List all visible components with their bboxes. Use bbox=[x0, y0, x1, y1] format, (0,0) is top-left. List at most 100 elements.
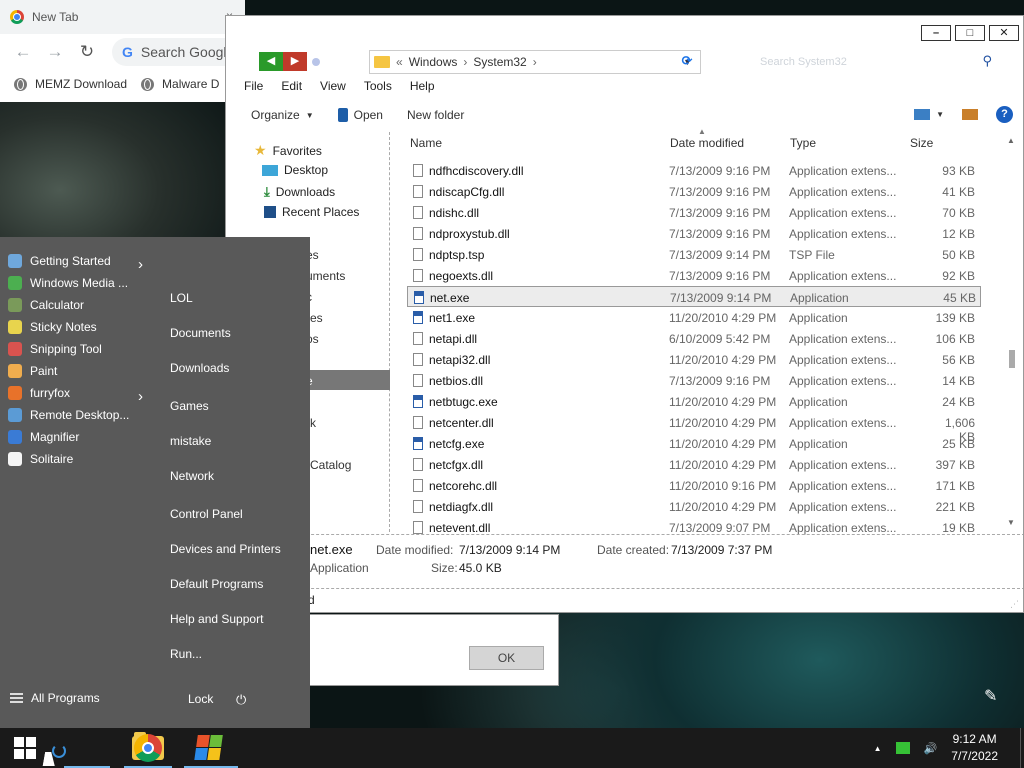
breadcrumb-windows[interactable]: Windows bbox=[409, 55, 458, 69]
reload-icon[interactable]: ↻ bbox=[74, 42, 100, 62]
chevron-right-icon[interactable]: › bbox=[463, 55, 467, 69]
taskbar-chrome[interactable] bbox=[122, 728, 174, 768]
start-place-item[interactable]: Documents bbox=[170, 326, 231, 340]
start-place-item[interactable]: Downloads bbox=[170, 361, 229, 375]
start-place-item[interactable]: Devices and Printers bbox=[170, 542, 281, 556]
start-place-item[interactable]: LOL bbox=[170, 291, 193, 305]
file-row[interactable]: net.exe 7/13/2009 9:14 PM Application 45 KB bbox=[407, 286, 981, 307]
pen-icon[interactable]: ✎ bbox=[984, 686, 997, 706]
start-place-item[interactable]: Games bbox=[170, 399, 209, 413]
column-date-modified[interactable]: Date modified bbox=[670, 136, 744, 154]
file-row[interactable]: netbtugc.exe 11/20/2010 4:29 PM Applicatio… bbox=[407, 391, 981, 412]
file-row[interactable]: netcenter.dll 11/20/2010 4:29 PM Applicati… bbox=[407, 412, 981, 444]
start-place-item[interactable]: Control Panel bbox=[170, 507, 243, 521]
menu-file[interactable]: File bbox=[244, 79, 263, 101]
file-row[interactable]: ndishc.dll 7/13/2009 9:16 PM Application e… bbox=[407, 202, 981, 223]
file-row[interactable]: netcfgx.dll 11/20/2010 4:29 PM Application… bbox=[407, 454, 981, 475]
address-bar[interactable]: « Windows › System32 › ▼ bbox=[369, 50, 701, 74]
taskbar-windows-app[interactable] bbox=[182, 728, 240, 768]
start-button[interactable] bbox=[14, 737, 36, 759]
start-place-item[interactable]: mistake bbox=[170, 434, 211, 448]
file-row[interactable]: netcfg.exe 11/20/2010 4:29 PM Application 2… bbox=[407, 433, 981, 454]
file-row[interactable]: netcorehc.dll 11/20/2010 9:16 PM Applicati… bbox=[407, 475, 981, 496]
file-row[interactable]: ndiscapCfg.dll 7/13/2009 9:16 PM Applicati… bbox=[407, 181, 981, 202]
start-place-item[interactable]: Run... bbox=[170, 647, 202, 661]
minimize-button[interactable]: – bbox=[921, 25, 951, 41]
submenu-arrow-icon[interactable]: › bbox=[138, 256, 143, 273]
column-type[interactable]: Type bbox=[790, 136, 816, 154]
forward-button[interactable]: ▶ bbox=[283, 52, 307, 71]
taskbar-explorer[interactable] bbox=[62, 728, 164, 768]
history-dropdown-icon[interactable] bbox=[312, 58, 320, 66]
file-row[interactable]: net1.exe 11/20/2010 4:29 PM Application 139… bbox=[407, 307, 981, 328]
back-arrow-icon[interactable]: ← bbox=[10, 42, 36, 62]
refresh-icon[interactable]: ⟳ bbox=[676, 53, 698, 71]
nav-fragment[interactable]: uments bbox=[306, 269, 345, 283]
network-icon[interactable] bbox=[895, 742, 910, 754]
start-place-item[interactable]: Network bbox=[170, 469, 214, 483]
vertical-scrollbar[interactable]: ▲ ▼ bbox=[1004, 132, 1020, 532]
nav-downloads[interactable]: ⤓ Downloads bbox=[264, 184, 335, 200]
nav-recent-places[interactable]: Recent Places bbox=[264, 205, 359, 219]
column-name[interactable]: Name bbox=[410, 136, 442, 154]
omnibox[interactable]: G Search Googl bbox=[112, 38, 242, 66]
start-place-item[interactable]: Help and Support bbox=[170, 612, 263, 626]
search-icon[interactable]: ⚲ bbox=[982, 53, 992, 69]
start-program-item[interactable]: Solitaire bbox=[8, 452, 73, 466]
preview-pane-icon[interactable] bbox=[962, 109, 978, 120]
menu-view[interactable]: View bbox=[320, 79, 346, 101]
volume-icon[interactable]: 🔊 bbox=[924, 742, 938, 755]
start-program-item[interactable]: Windows Media ... bbox=[8, 276, 128, 290]
nav-selected-item[interactable] bbox=[302, 370, 390, 390]
show-desktop-button[interactable] bbox=[1020, 728, 1024, 768]
nav-desktop[interactable]: Desktop bbox=[262, 163, 328, 177]
start-program-item[interactable]: Paint bbox=[8, 364, 57, 378]
bookmark-memz[interactable]: MEMZ Download bbox=[14, 77, 127, 91]
file-row[interactable]: ndproxystub.dll 7/13/2009 9:16 PM Applicat… bbox=[407, 223, 981, 244]
file-row[interactable]: netdiagfx.dll 11/20/2010 4:29 PM Applicati… bbox=[407, 496, 981, 517]
search-input[interactable]: Search System32 ⚲ bbox=[748, 50, 998, 74]
organize-button[interactable]: Organize ▼ bbox=[251, 108, 314, 122]
start-program-item[interactable]: furryfox bbox=[8, 386, 70, 400]
back-button[interactable]: ◀ bbox=[259, 52, 283, 71]
menu-help[interactable]: Help bbox=[410, 79, 435, 101]
resize-grip-icon[interactable]: ⋰ bbox=[1010, 599, 1019, 610]
nav-favorites[interactable]: ★ Favorites bbox=[254, 142, 322, 159]
clock[interactable]: 9:12 AM 7/7/2022 bbox=[951, 731, 998, 765]
column-size[interactable]: Size bbox=[910, 136, 933, 154]
menu-tools[interactable]: Tools bbox=[364, 79, 392, 101]
lock-button[interactable]: Lock bbox=[188, 692, 213, 706]
tray-overflow-icon[interactable]: ▲ bbox=[874, 744, 882, 753]
open-button[interactable]: Open bbox=[337, 108, 383, 122]
file-row[interactable]: negoexts.dll 7/13/2009 9:16 PM Application… bbox=[407, 265, 981, 286]
maximize-button[interactable]: □ bbox=[955, 25, 985, 41]
start-program-item[interactable]: Calculator bbox=[8, 298, 84, 312]
start-program-item[interactable]: Snipping Tool bbox=[8, 342, 102, 356]
forward-arrow-icon[interactable]: → bbox=[42, 42, 68, 62]
breadcrumb-overflow[interactable]: « bbox=[396, 55, 403, 69]
scroll-down-icon[interactable]: ▼ bbox=[1007, 518, 1015, 527]
file-row[interactable]: netbios.dll 7/13/2009 9:16 PM Application … bbox=[407, 370, 981, 391]
chevron-right-icon[interactable]: › bbox=[533, 55, 537, 69]
start-program-item[interactable]: Remote Desktop... bbox=[8, 408, 129, 422]
file-row[interactable]: netapi32.dll 11/20/2010 4:29 PM Applicatio… bbox=[407, 349, 981, 370]
breadcrumb-system32[interactable]: System32 bbox=[473, 55, 526, 69]
close-button[interactable]: ✕ bbox=[989, 25, 1019, 41]
start-program-item[interactable]: Getting Started bbox=[8, 254, 111, 268]
scroll-up-icon[interactable]: ▲ bbox=[1007, 136, 1015, 145]
power-icon[interactable]: ⏻ bbox=[236, 692, 246, 708]
bookmark-malware[interactable]: Malware D bbox=[141, 77, 219, 91]
submenu-arrow-icon[interactable]: › bbox=[138, 388, 143, 405]
start-program-item[interactable]: Sticky Notes bbox=[8, 320, 97, 334]
file-row[interactable]: netapi.dll 6/10/2009 5:42 PM Application e… bbox=[407, 328, 981, 349]
help-icon[interactable]: ? bbox=[996, 106, 1013, 123]
start-program-item[interactable]: Magnifier bbox=[8, 430, 79, 444]
ok-button[interactable]: OK bbox=[469, 646, 544, 670]
menu-edit[interactable]: Edit bbox=[281, 79, 302, 101]
new-folder-button[interactable]: New folder bbox=[407, 108, 464, 122]
all-programs-button[interactable]: All Programs bbox=[10, 691, 100, 705]
scroll-thumb[interactable] bbox=[1009, 350, 1015, 368]
file-row[interactable]: ndptsp.tsp 7/13/2009 9:14 PM TSP File 50 KB bbox=[407, 244, 981, 265]
file-row[interactable]: ndfhcdiscovery.dll 7/13/2009 9:16 PM Appli… bbox=[407, 160, 981, 181]
chrome-tab[interactable]: New Tab bbox=[10, 4, 78, 30]
